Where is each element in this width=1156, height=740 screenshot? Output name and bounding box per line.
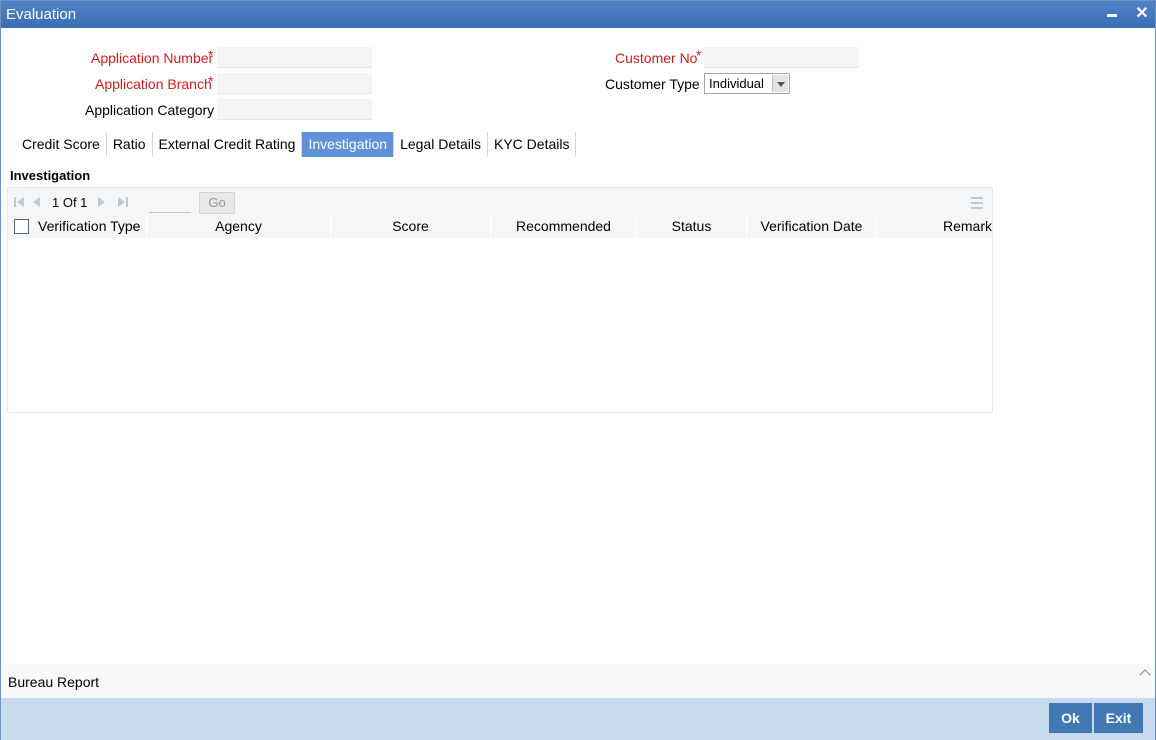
- customer-type-select[interactable]: Individual: [704, 73, 790, 94]
- customer-type-value: Individual: [709, 76, 764, 91]
- column-settings-icon[interactable]: [971, 197, 983, 209]
- tab-ratio[interactable]: Ratio: [107, 132, 153, 157]
- page-number-input[interactable]: [149, 193, 191, 213]
- customer-type-label: Customer Type: [605, 76, 700, 92]
- exit-button[interactable]: Exit: [1094, 703, 1143, 733]
- tab-credit-score[interactable]: Credit Score: [16, 132, 107, 157]
- column-header[interactable]: Agency: [147, 216, 331, 238]
- application-branch-input[interactable]: [217, 73, 372, 94]
- select-all-checkbox[interactable]: [14, 219, 29, 234]
- column-header[interactable]: Score: [331, 216, 491, 238]
- application-number-input[interactable]: [217, 47, 372, 68]
- close-icon[interactable]: ✕: [1133, 5, 1151, 23]
- evaluation-window: Evaluation ✕ Application Number * Applic…: [0, 0, 1156, 740]
- action-bar: Ok Exit: [1, 698, 1155, 740]
- required-marker: *: [208, 47, 214, 63]
- footer-bar: Bureau Report: [1, 664, 1155, 698]
- last-page-icon[interactable]: [118, 197, 128, 208]
- column-header[interactable]: Verification Type: [38, 216, 140, 236]
- go-button[interactable]: Go: [199, 192, 235, 214]
- column-header[interactable]: Remark: [877, 216, 992, 238]
- minimize-icon[interactable]: [1103, 5, 1121, 23]
- chevron-down-icon[interactable]: [772, 75, 788, 92]
- title-bar: Evaluation ✕: [1, 1, 1155, 28]
- customer-no-label: Customer No: [615, 50, 698, 66]
- bureau-report-link[interactable]: Bureau Report: [8, 674, 99, 690]
- section-title: Investigation: [10, 168, 91, 183]
- previous-page-icon[interactable]: [33, 197, 43, 208]
- grid-header-row: Verification Type Agency Score Recommend…: [8, 216, 992, 238]
- tab-bar: Credit Score Ratio External Credit Ratin…: [16, 132, 577, 157]
- application-number-label: Application Number: [91, 50, 214, 66]
- application-branch-label: Application Branch: [95, 76, 212, 92]
- tab-external-credit-rating[interactable]: External Credit Rating: [153, 132, 303, 157]
- pager-text: 1 Of 1: [52, 195, 88, 210]
- tab-investigation[interactable]: Investigation: [302, 132, 395, 157]
- application-category-input[interactable]: [217, 99, 372, 120]
- chevron-up-icon[interactable]: [1139, 669, 1151, 681]
- application-category-label: Application Category: [85, 102, 215, 118]
- tab-legal-details[interactable]: Legal Details: [394, 132, 488, 157]
- window-title: Evaluation: [6, 6, 77, 23]
- select-all-column: Verification Type: [8, 216, 147, 238]
- investigation-grid: 1 Of 1 Go Verification Type Agency Score…: [7, 187, 993, 413]
- grid-toolbar: 1 Of 1 Go: [8, 188, 992, 216]
- customer-no-input[interactable]: [704, 47, 859, 68]
- first-page-icon[interactable]: [14, 197, 24, 208]
- tab-kyc-details[interactable]: KYC Details: [488, 132, 577, 157]
- column-header[interactable]: Status: [637, 216, 747, 238]
- next-page-icon[interactable]: [98, 197, 108, 208]
- required-marker: *: [208, 73, 214, 89]
- required-marker: *: [696, 47, 702, 63]
- column-header[interactable]: Verification Date: [747, 216, 877, 238]
- ok-button[interactable]: Ok: [1049, 703, 1092, 733]
- column-header[interactable]: Recommended: [491, 216, 637, 238]
